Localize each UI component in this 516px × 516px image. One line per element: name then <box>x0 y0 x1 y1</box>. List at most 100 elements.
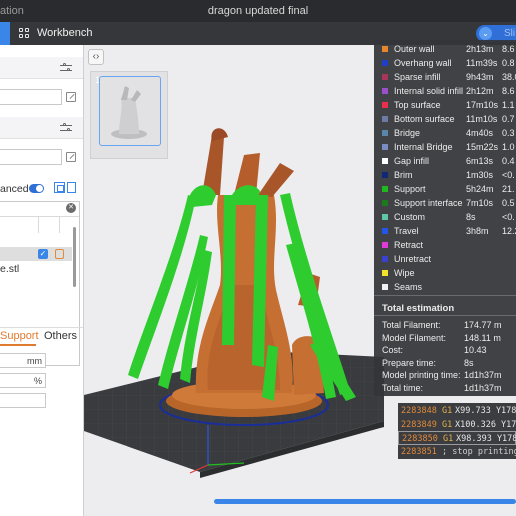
plate-thumbnail[interactable]: 1 <box>90 71 168 159</box>
legend-percent: 1.0 <box>502 142 515 152</box>
legend-percent: 0.7 <box>502 114 515 124</box>
prepare-tab-edge[interactable] <box>0 22 10 45</box>
legend-swatch <box>382 228 388 234</box>
total-estimation-heading: Total estimation <box>382 303 455 314</box>
legend-time: 2h12m <box>466 86 494 96</box>
unit-label: % <box>33 376 42 386</box>
legend-time: 17m10s <box>466 100 499 110</box>
gcode-command: G1 <box>442 406 453 416</box>
gcode-line-number: 2283851 <box>401 446 437 457</box>
legend-name: Custom <box>394 212 426 222</box>
legend-divider <box>374 315 516 316</box>
gcode-arguments: X100.326 Y178. <box>455 419 516 430</box>
list-scrollbar[interactable] <box>73 227 76 287</box>
estimation-row: Prepare time: 8s <box>374 358 516 371</box>
legend-time: 5h24m <box>466 184 494 194</box>
edit-printer-icon[interactable] <box>66 92 76 102</box>
compare-presets-icon[interactable] <box>54 182 65 193</box>
legend-name: Bottom surface <box>394 114 455 124</box>
edit-filament-icon[interactable] <box>66 152 76 162</box>
legend-percent: 38.0 <box>502 72 516 82</box>
column-divider <box>59 217 60 233</box>
settings-panel: anced ✕ ✓ e.stl Support Others mm % <box>0 45 84 516</box>
workbench-grid-icon <box>19 28 30 39</box>
gcode-line[interactable]: 2283851 ; stop printing obje <box>398 445 516 459</box>
legend-row[interactable]: Bottom surface 11m10s 0.7 <box>374 113 516 127</box>
layer-slider[interactable] <box>214 499 516 504</box>
legend-name: Internal solid infill <box>394 86 464 96</box>
plate-icon[interactable] <box>55 249 64 259</box>
estimation-value: 8s <box>464 357 474 368</box>
legend-swatch <box>382 256 388 262</box>
legend-name: Overhang wall <box>394 58 452 68</box>
legend-percent: 8.6 <box>502 86 515 96</box>
legend-percent: 0.4 <box>502 156 515 166</box>
legend-row[interactable]: Support 5h24m 21. <box>374 183 516 197</box>
close-icon[interactable]: ✕ <box>66 203 76 213</box>
legend-row[interactable]: Unretract <box>374 253 516 267</box>
legend-swatch <box>382 88 388 94</box>
legend-row[interactable]: Bridge 4m40s 0.3 <box>374 127 516 141</box>
legend-name: Bridge <box>394 128 421 138</box>
filament-settings-icon[interactable] <box>60 123 72 133</box>
gcode-line[interactable]: 2283848 G1X99.733 Y178.3 <box>398 404 516 418</box>
workbench-tab[interactable]: Workbench <box>37 27 92 39</box>
legend-swatch <box>382 144 388 150</box>
setting-field[interactable] <box>0 393 46 408</box>
legend-name: Support <box>394 184 426 194</box>
gcode-line[interactable]: 2283849 G1X100.326 Y178. <box>398 418 516 432</box>
legend-time: 9h43m <box>466 72 494 82</box>
legend-swatch <box>382 200 388 206</box>
legend-row[interactable]: Wipe <box>374 267 516 281</box>
legend-row[interactable]: Custom 8s <0. <box>374 211 516 225</box>
printer-settings-icon[interactable] <box>60 63 72 73</box>
legend-name: Brim <box>394 170 413 180</box>
printer-select[interactable] <box>0 89 62 105</box>
legend-percent: 21. <box>502 184 515 194</box>
estimation-label: Cost: <box>382 345 404 356</box>
legend-row[interactable]: Sparse infill 9h43m 38.0 <box>374 71 516 85</box>
preset-file-icon[interactable] <box>67 182 76 193</box>
legend-swatch <box>382 214 388 220</box>
active-tab-indicator <box>0 344 36 346</box>
legend-row[interactable]: Support interface 7m10s 0.5 <box>374 197 516 211</box>
tab-others[interactable]: Others <box>44 330 77 342</box>
legend-row[interactable]: Overhang wall 11m39s 0.8 <box>374 57 516 71</box>
legend-row[interactable]: Outer wall 2h13m 8.6 <box>374 43 516 57</box>
estimation-label: Total Filament: <box>382 320 441 330</box>
legend-swatch <box>382 116 388 122</box>
legend-time: 4m40s <box>466 128 494 138</box>
advanced-toggle[interactable] <box>29 184 44 193</box>
legend-row[interactable]: Top surface 17m10s 1.1 <box>374 99 516 113</box>
legend-row[interactable]: Internal solid infill 2h12m 8.6 <box>374 85 516 99</box>
tab-support[interactable]: Support <box>0 330 39 342</box>
estimation-value: 10.43 <box>464 345 487 356</box>
setting-field-mm[interactable]: mm <box>0 353 46 368</box>
estimation-row: Model Filament: 148.11 m <box>374 333 516 346</box>
title-bar: ation dragon updated final <box>0 0 516 22</box>
legend-row[interactable]: Gap infill 6m13s 0.4 <box>374 155 516 169</box>
chevron-down-icon[interactable]: ⌄ <box>479 27 492 40</box>
object-name[interactable]: e.stl <box>0 263 19 275</box>
legend-row[interactable]: Retract <box>374 239 516 253</box>
check-icon[interactable]: ✓ <box>38 249 48 259</box>
legend-row[interactable]: Internal Bridge 15m22s 1.0 <box>374 141 516 155</box>
legend-name: Support interface <box>394 198 463 208</box>
gcode-current-line[interactable]: 2283850 G1X98.393 Y178.4 <box>398 431 516 445</box>
legend-swatch <box>382 284 388 290</box>
legend-percent: 0.8 <box>502 58 515 68</box>
setting-field-percent[interactable]: % <box>0 373 46 388</box>
estimation-label: Prepare time: <box>382 357 437 368</box>
legend-name: Gap infill <box>394 156 430 166</box>
legend-row[interactable]: Seams <box>374 281 516 295</box>
legend-swatch <box>382 242 388 248</box>
collapse-sidebar-icon[interactable]: ‹› <box>88 49 104 65</box>
legend-swatch <box>382 60 388 66</box>
estimation-value: 148.11 m <box>464 332 501 343</box>
legend-row[interactable]: Travel 3h8m 12.2 <box>374 225 516 239</box>
legend-row[interactable]: Brim 1m30s <0. <box>374 169 516 183</box>
filament-select[interactable] <box>0 149 62 165</box>
gcode-command: G1 <box>443 434 454 444</box>
column-divider <box>38 217 39 233</box>
slice-button-label: Sli <box>504 28 516 39</box>
